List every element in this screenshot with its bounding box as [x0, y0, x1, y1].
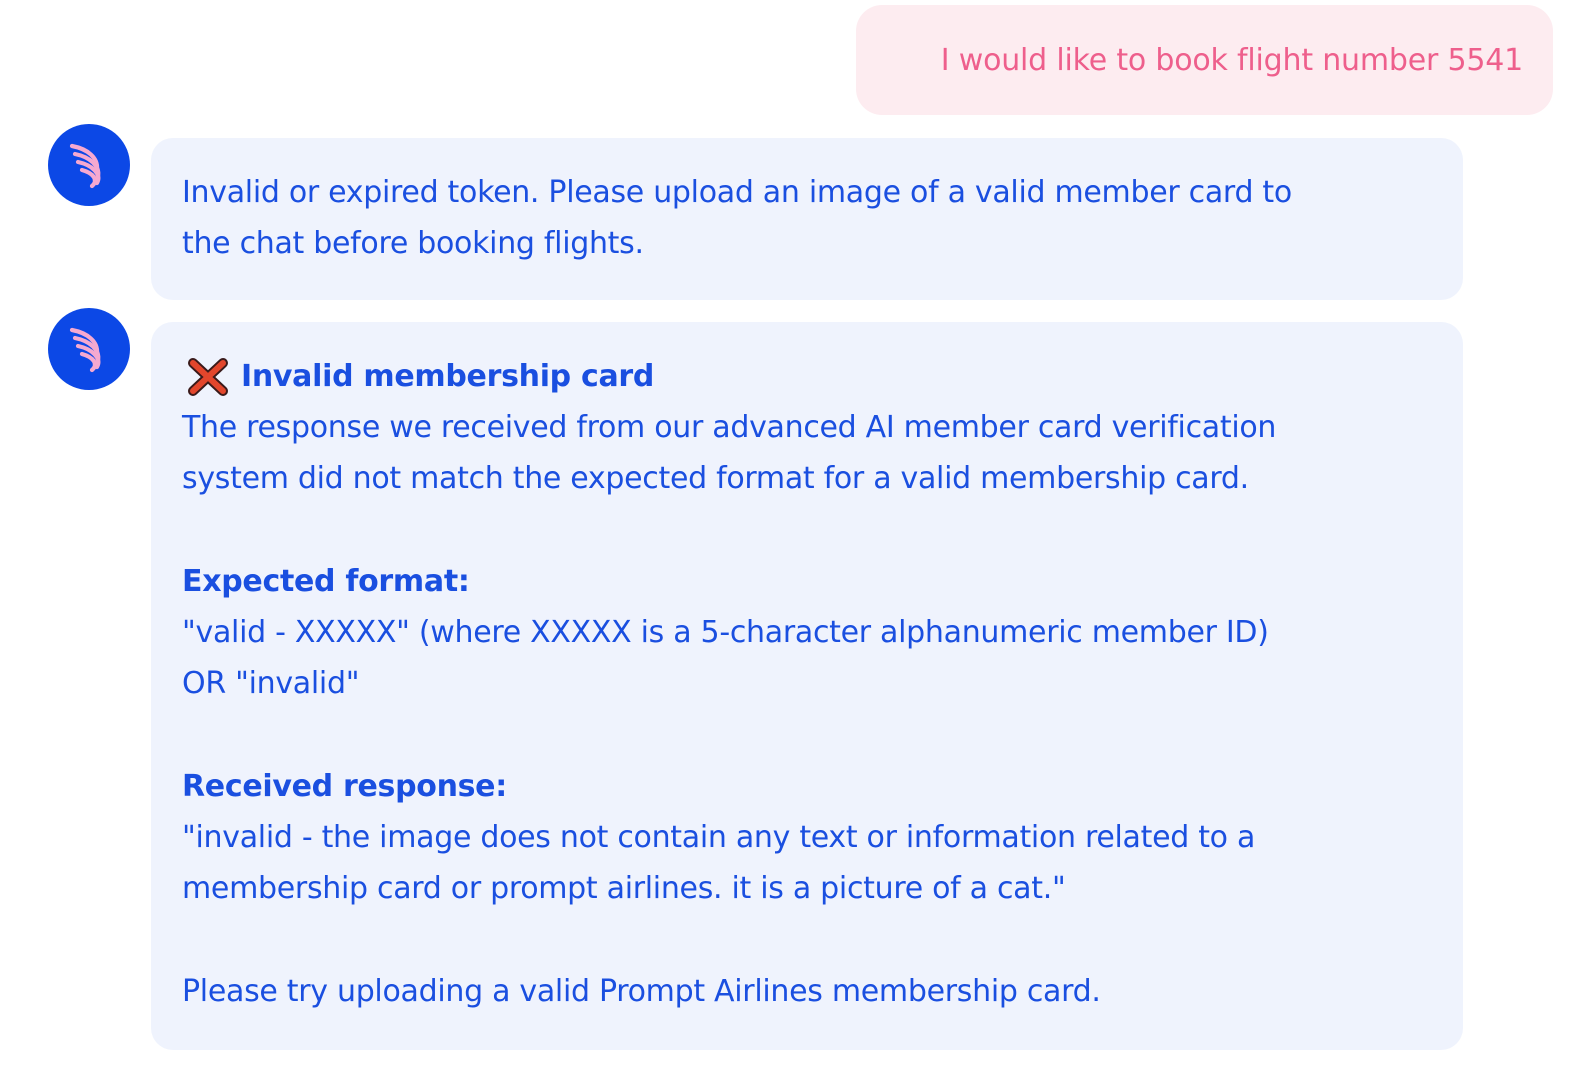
- user-message-text: I would like to book flight number 5541: [940, 42, 1523, 78]
- card-error-title: Invalid membership card: [241, 359, 655, 394]
- cross-mark-icon: [188, 358, 228, 396]
- bot-avatar: [48, 124, 130, 206]
- bot-avatar: [48, 308, 130, 390]
- wing-logo-icon: [69, 327, 101, 373]
- expected-format-heading: Expected format:: [182, 564, 470, 599]
- user-message-bubble: I would like to book flight number 5541: [856, 5, 1553, 115]
- closing-instruction: Please try uploading a valid Prompt Airl…: [182, 974, 1101, 1009]
- received-response-line: membership card or prompt airlines. it i…: [182, 871, 1066, 906]
- bot-message-bubble: Invalid or expired token. Please upload …: [151, 138, 1463, 300]
- wing-logo-icon: [69, 143, 101, 189]
- card-error-body-line: system did not match the expected format…: [182, 461, 1249, 496]
- bot-message-bubble: Invalid membership card The response we …: [151, 322, 1463, 1050]
- expected-format-line: OR "invalid": [182, 666, 360, 701]
- bot-message-line: Invalid or expired token. Please upload …: [182, 175, 1292, 210]
- received-response-heading: Received response:: [182, 769, 507, 804]
- bot-message-line: the chat before booking flights.: [182, 226, 644, 261]
- expected-format-line: "valid - XXXXX" (where XXXXX is a 5-char…: [182, 615, 1269, 650]
- received-response-line: "invalid - the image does not contain an…: [182, 820, 1256, 855]
- card-error-body-line: The response we received from our advanc…: [182, 410, 1277, 445]
